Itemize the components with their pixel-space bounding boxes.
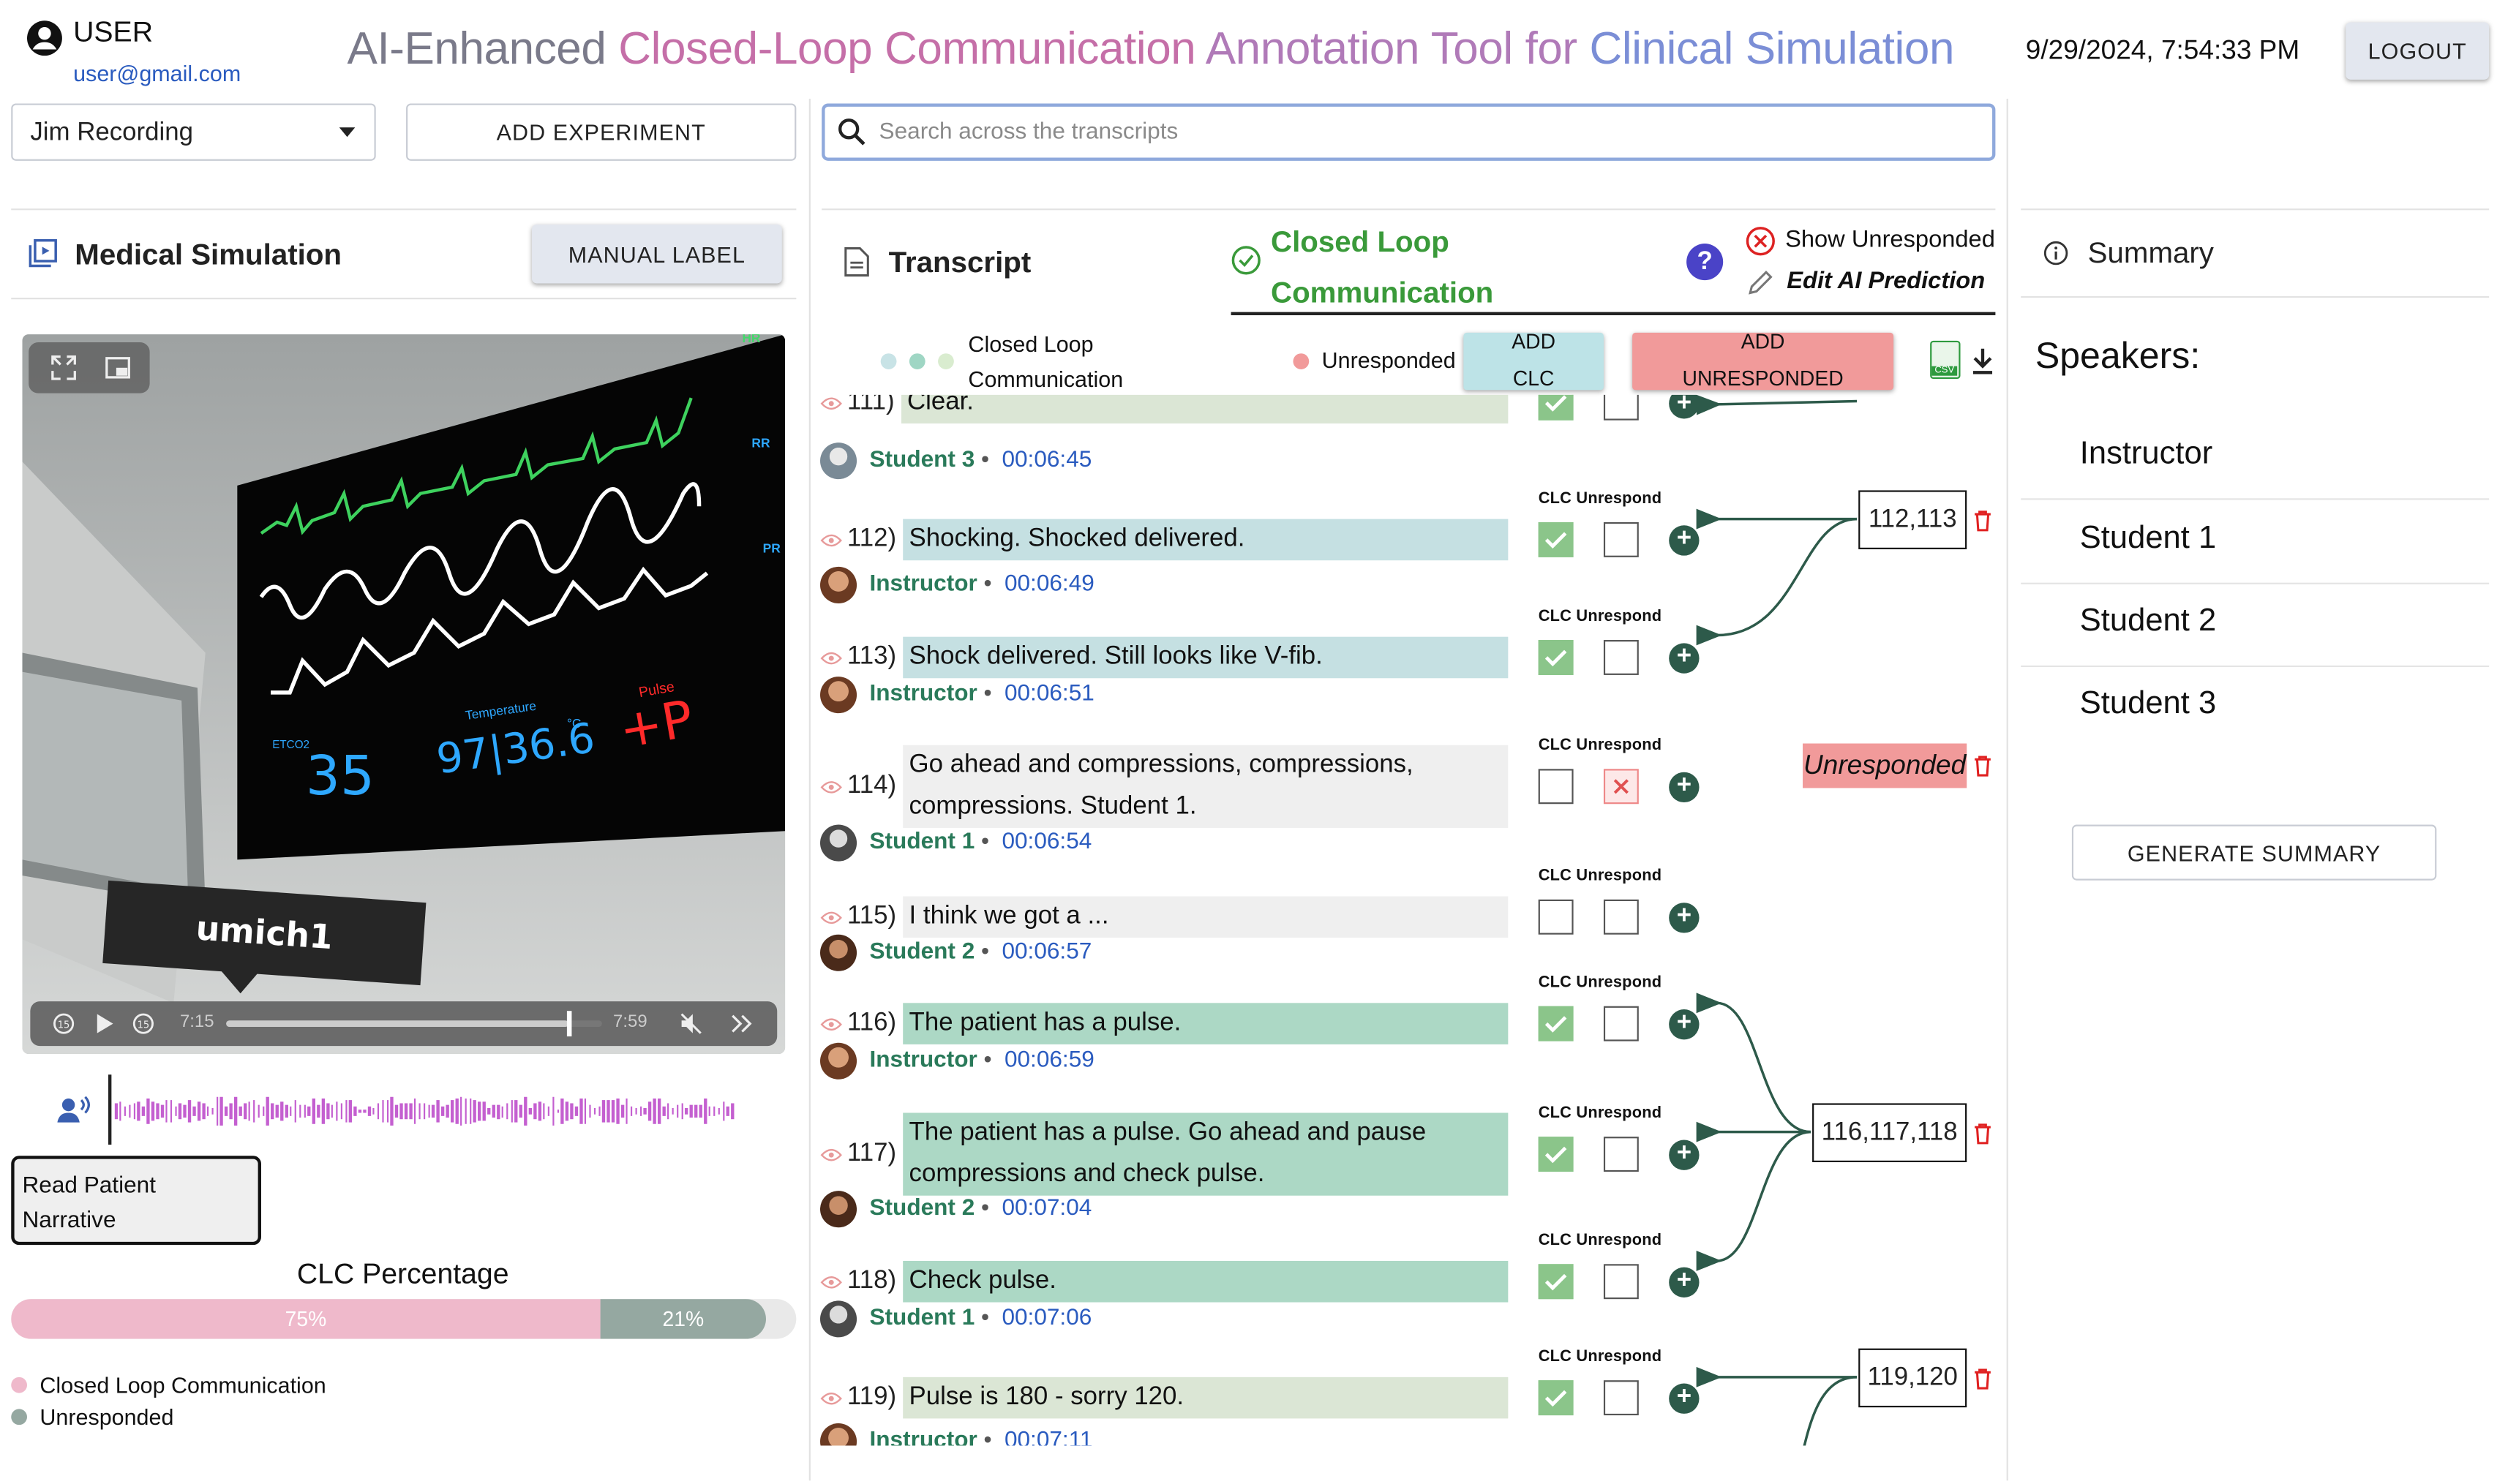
- transcript-legend-unresp-label: Unresponded: [1321, 347, 1456, 373]
- speaker-item[interactable]: Instructor: [2021, 417, 2490, 500]
- clc-link-arrows: [1696, 394, 1858, 1446]
- add-experiment-button[interactable]: ADD EXPERIMENT: [406, 103, 797, 161]
- pencil-icon: [1749, 271, 1773, 295]
- add-clc-button[interactable]: ADD CLC: [1463, 332, 1604, 391]
- download-icon[interactable]: [1972, 347, 1994, 374]
- video-panel-title: Medical Simulation: [75, 237, 342, 271]
- close-circle-icon[interactable]: [1746, 226, 1776, 256]
- search-icon: [838, 118, 865, 146]
- unresponded-tag: Unresponded: [1803, 743, 1967, 788]
- clc-group-box[interactable]: 119,120: [1858, 1348, 1967, 1408]
- datetime: 9/29/2024, 7:54:33 PM: [2025, 34, 2300, 66]
- video-panel-icon: [29, 238, 57, 276]
- delete-icon[interactable]: [1973, 510, 1992, 532]
- show-unresponded-toggle[interactable]: Show Unresponded: [1785, 226, 1995, 253]
- user-email: user@gmail.com: [73, 60, 241, 86]
- user-avatar-icon: [26, 19, 64, 57]
- user-name: USER: [73, 15, 153, 48]
- check-circle-icon: [1231, 246, 1261, 275]
- logout-button[interactable]: LOGOUT: [2346, 22, 2490, 80]
- active-tab-underline: [1231, 312, 1996, 315]
- search-placeholder: Search across the transcripts: [879, 119, 1179, 146]
- caret-down-icon: [339, 127, 356, 138]
- tab-closed-loop-communication[interactable]: Closed Loop Communication: [1271, 216, 1493, 318]
- delete-icon[interactable]: [1973, 1123, 1992, 1145]
- speaker-item[interactable]: Student 3: [2021, 667, 2489, 750]
- speakers-title: Speakers:: [2035, 334, 2201, 376]
- transcript-legend-unresp-dot: [1293, 353, 1310, 369]
- experiment-select[interactable]: Jim Recording: [11, 103, 376, 161]
- document-icon: [844, 247, 869, 277]
- tab-transcript[interactable]: Transcript: [889, 245, 1032, 280]
- fullscreen-icon[interactable]: [51, 355, 77, 380]
- delete-icon[interactable]: [1973, 755, 1992, 777]
- speaker-item[interactable]: Student 1: [2021, 502, 2490, 584]
- manual-label-button[interactable]: MANUAL LABEL: [532, 224, 782, 284]
- legend-dot-1: [880, 353, 897, 369]
- video-overlay-controls: [29, 342, 150, 393]
- add-unresponded-button[interactable]: ADD UNRESPONDED: [1632, 332, 1894, 391]
- picture-in-picture-icon[interactable]: [105, 355, 131, 380]
- transcript-list: 111) Clear. + Student 3 • 00:06:45 112) …: [0, 394, 2007, 1446]
- edit-ai-prediction-button[interactable]: Edit AI Prediction: [1787, 268, 1985, 295]
- csv-icon[interactable]: CSV: [1930, 340, 1961, 380]
- transcript-legend-clc-label: Closed Loop Communication: [968, 331, 1124, 392]
- clc-group-box[interactable]: 112,113: [1858, 490, 1967, 549]
- experiment-select-value: Jim Recording: [30, 119, 193, 147]
- app-title: AI-Enhanced Closed-Loop Communication An…: [347, 23, 1955, 75]
- generate-summary-button[interactable]: GENERATE SUMMARY: [2071, 824, 2437, 881]
- info-icon: [2043, 241, 2068, 265]
- clc-group-box[interactable]: 116,117,118: [1812, 1103, 1967, 1162]
- help-icon[interactable]: ?: [1686, 244, 1724, 281]
- speaker-item[interactable]: Student 2: [2021, 584, 2490, 668]
- tab-summary[interactable]: Summary: [2088, 236, 2214, 271]
- legend-dot-2: [909, 353, 925, 369]
- search-input[interactable]: Search across the transcripts: [822, 103, 1996, 161]
- legend-dot-3: [938, 353, 954, 369]
- delete-icon[interactable]: [1973, 1368, 1992, 1390]
